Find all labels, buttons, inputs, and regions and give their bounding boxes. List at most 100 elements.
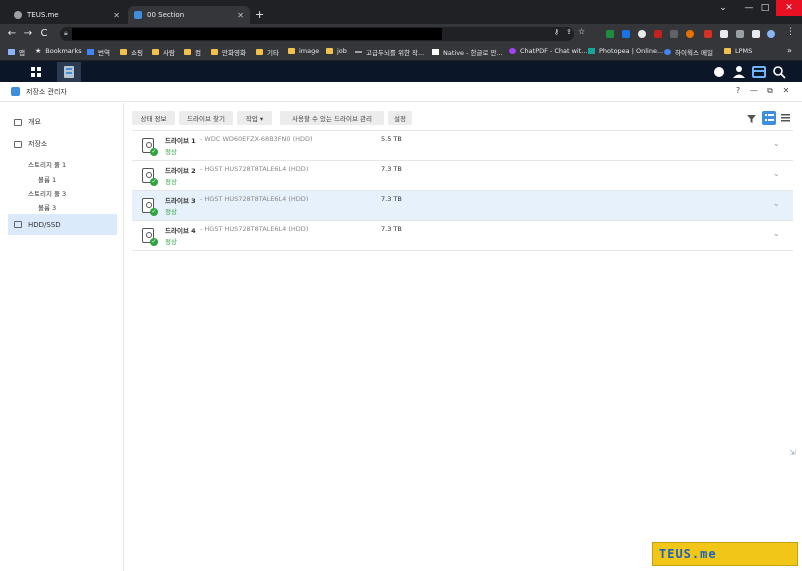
chevron-down-icon[interactable]: ⌄ xyxy=(773,169,780,178)
bookmark-folder[interactable]: job xyxy=(326,47,347,55)
tab-close-icon[interactable]: ✕ xyxy=(113,11,120,20)
bookmark-label: 기타 xyxy=(267,49,279,57)
window-restore-button[interactable]: □ xyxy=(752,0,778,16)
table-row[interactable]: ✓ 드라이브 4 - HGST HUS728T8TALE6L4 (HDD) 정상… xyxy=(132,221,793,251)
bookmark-label: Native - 한글로 만... xyxy=(443,49,503,57)
sidepanel-icon[interactable] xyxy=(752,30,760,38)
bookmark-site[interactable]: 고급두뇌를 위한 작... xyxy=(355,47,424,57)
bookmark-bookmarks[interactable]: ★ Bookmarks xyxy=(35,47,82,55)
storage-app-icon xyxy=(64,66,74,78)
back-button[interactable]: ← xyxy=(6,28,18,39)
address-bar[interactable]: 🔒︎ ⚷ ⇪ ☆ xyxy=(60,27,585,41)
bookmark-chatpdf[interactable]: ChatPDF - Chat wit... xyxy=(509,47,587,55)
key-icon[interactable]: ⚷ xyxy=(554,28,559,36)
find-drive-button[interactable]: 드라이브 찾기 xyxy=(179,111,233,125)
bookmark-label: LPMS xyxy=(735,47,753,55)
status-info-button[interactable]: 상태 정보 xyxy=(132,111,175,125)
extension-gray-icon[interactable] xyxy=(670,30,678,38)
storage-icon xyxy=(14,140,22,148)
tab-teus[interactable]: TEUS.me ✕ xyxy=(8,6,126,24)
main-menu-button[interactable] xyxy=(25,64,47,80)
search-icon[interactable] xyxy=(772,65,786,79)
hdd-icon xyxy=(14,221,22,228)
help-button[interactable]: ? xyxy=(732,86,744,95)
photopea-icon xyxy=(588,48,595,54)
bookmark-folder[interactable]: 기타 xyxy=(256,47,279,57)
bookmark-label: 고급두뇌를 위한 작... xyxy=(366,49,425,57)
bookmark-notion[interactable]: Native - 한글로 만... xyxy=(432,47,503,57)
tab-section[interactable]: 00 Section ✕ xyxy=(128,6,250,24)
extension-orange-icon[interactable] xyxy=(686,30,694,38)
share-icon[interactable]: ⇪ xyxy=(566,28,572,36)
sidebar-item-storage[interactable]: 저장소 xyxy=(8,135,117,153)
tab-search-button[interactable]: ⌄ xyxy=(710,0,736,16)
extensions-puzzle-icon[interactable] xyxy=(720,30,728,38)
tab-title: TEUS.me xyxy=(27,11,59,19)
chevron-down-icon[interactable]: ⌄ xyxy=(773,139,780,148)
browser-toolbar: ← → C 🔒︎ ⚷ ⇪ ☆ ⋮ xyxy=(0,24,802,44)
side-panel-handle-icon[interactable]: ⇲ xyxy=(789,448,799,458)
taskbar-storage-manager[interactable] xyxy=(57,62,81,82)
close-button[interactable]: ✕ xyxy=(780,86,792,95)
drive-size: 5.5 TB xyxy=(381,135,402,143)
sidebar-item-hdd-ssd[interactable]: HDD/SSD xyxy=(8,214,117,235)
bookmark-apps[interactable]: 앱 xyxy=(8,47,25,57)
drive-model: - HGST HUS728T8TALE6L4 (HDD) xyxy=(200,165,309,173)
bookmark-folder[interactable]: 사람 xyxy=(152,47,175,57)
sidebar-item-overview[interactable]: 개요 xyxy=(8,113,117,131)
reload-button[interactable]: C xyxy=(38,28,50,39)
drive-model: - WDC WD60EFZX-68B3FN0 (HDD) xyxy=(200,135,313,143)
extension-box-icon[interactable] xyxy=(704,30,712,38)
manage-available-drives-button[interactable]: 사용할 수 있는 드라이브 관리 xyxy=(280,111,384,125)
chat-icon[interactable] xyxy=(712,65,726,79)
sidebar-item-pool-3[interactable]: 스토리지 풀 3 xyxy=(28,188,66,198)
healthy-check-icon: ✓ xyxy=(150,178,158,186)
detail-view-button[interactable] xyxy=(762,111,776,125)
bookmark-hiworks[interactable]: 하이웍스 메일 xyxy=(664,47,713,57)
drive-status: 정상 xyxy=(165,238,177,246)
extension-download-icon[interactable] xyxy=(606,30,614,38)
bookmark-label: 번역 xyxy=(98,49,110,57)
bookmark-label: 하이웍스 메일 xyxy=(675,49,713,57)
table-row[interactable]: ✓ 드라이브 2 - HGST HUS728T8TALE6L4 (HDD) 정상… xyxy=(132,161,793,191)
filter-button[interactable] xyxy=(744,111,758,125)
action-dropdown-button[interactable]: 작업 ▾ xyxy=(237,111,272,125)
chevron-down-icon[interactable]: ⌄ xyxy=(773,229,780,238)
bookmark-photopea[interactable]: Photopea | Online... xyxy=(588,47,663,55)
forward-button[interactable]: → xyxy=(22,28,34,39)
sidebar-item-volume-3[interactable]: 볼륨 3 xyxy=(38,202,56,212)
sidebar-item-volume-1[interactable]: 볼륨 1 xyxy=(38,174,56,184)
bookmarks-overflow-button[interactable]: » xyxy=(787,46,792,55)
new-tab-button[interactable]: + xyxy=(255,8,264,21)
widgets-icon[interactable] xyxy=(752,65,766,79)
minimize-button[interactable]: — xyxy=(748,86,760,95)
chevron-down-icon[interactable]: ⌄ xyxy=(773,199,780,208)
restore-button[interactable]: ⧉ xyxy=(764,86,776,96)
bookmark-folder[interactable]: LPMS xyxy=(724,47,752,55)
table-row[interactable]: ✓ 드라이브 1 - WDC WD60EFZX-68B3FN0 (HDD) 정상… xyxy=(132,131,793,161)
tab-close-icon[interactable]: ✕ xyxy=(237,11,244,20)
bookmark-folder[interactable]: 컴 xyxy=(184,47,201,57)
list-view-button[interactable] xyxy=(778,111,792,125)
settings-button[interactable]: 설정 xyxy=(388,111,412,125)
extension-blue-icon[interactable] xyxy=(622,30,630,38)
sidebar-item-pool-1[interactable]: 스토리지 풀 1 xyxy=(28,159,66,169)
teus-favicon-icon xyxy=(14,11,22,19)
menu-kebab-icon[interactable]: ⋮ xyxy=(786,27,795,37)
bookmark-folder[interactable]: image xyxy=(288,47,319,55)
extension-red-icon[interactable] xyxy=(654,30,662,38)
bookmark-star-icon[interactable]: ☆ xyxy=(578,27,585,36)
bookmark-translate[interactable]: 번역 xyxy=(87,47,110,57)
drive-size: 7.3 TB xyxy=(381,195,402,203)
profile-avatar-icon[interactable] xyxy=(767,30,775,38)
user-icon[interactable] xyxy=(732,65,746,79)
drive-name: 드라이브 2 xyxy=(165,167,196,175)
list-view-icon xyxy=(780,114,790,122)
window-close-button[interactable]: ✕ xyxy=(776,0,802,16)
bookmark-folder[interactable]: 쇼핑 xyxy=(120,47,143,57)
bookmark-folder[interactable]: 만화영화 xyxy=(211,47,246,57)
media-icon[interactable] xyxy=(736,30,744,38)
table-row[interactable]: ✓ 드라이브 3 - HGST HUS728T8TALE6L4 (HDD) 정상… xyxy=(132,191,793,221)
extension-shield-icon[interactable] xyxy=(638,30,646,38)
folder-icon xyxy=(724,48,731,54)
